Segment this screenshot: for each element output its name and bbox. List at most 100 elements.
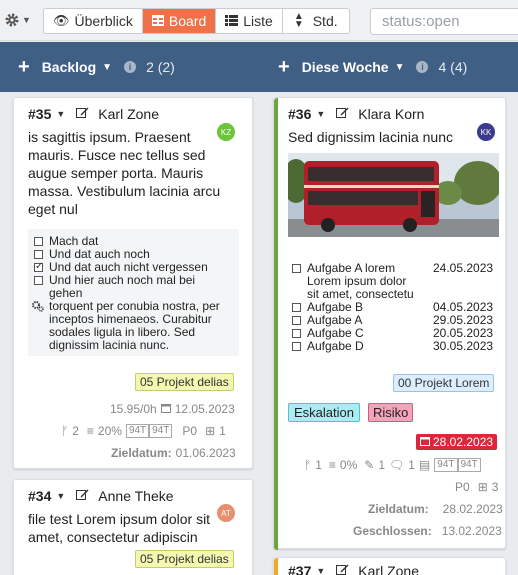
checkbox[interactable] [292,303,301,312]
task-item[interactable]: Aufgabe A lorem Lorem ipsum dolor sit amet… [292,262,414,301]
chevron-down-icon[interactable]: ▼ [395,62,405,73]
chevron-down-icon[interactable]: ▼ [56,109,65,119]
column-count: 2 (2) [146,59,175,75]
board-icon [151,13,164,29]
assignee-name[interactable]: Anne Theke [98,488,173,504]
add-card-icon[interactable]: + [278,56,290,79]
checkbox[interactable] [292,264,301,273]
edit-icon[interactable] [336,106,349,122]
zieldatum: Zieldatum: 28.02.2023 [368,502,503,516]
tab-ueberblick[interactable]: 👁 Überblick [44,9,143,33]
card-header: #35 ▼ Karl Zone [28,106,159,122]
priority: P0 [182,424,198,438]
task-date: 30.05.2023 [433,339,494,353]
card-number[interactable]: #34 [28,488,51,504]
card-description: file test Lorem ipsum dolor sit amet, co… [28,511,211,545]
list-icon [225,13,239,29]
attachment-icon: ✎ [364,458,375,472]
column-count: 4 (4) [438,59,468,75]
card-35[interactable]: #35 ▼ Karl Zone KZ is sagittis ipsum. Pr… [13,97,253,469]
assignee-name[interactable]: Klara Korn [358,106,424,122]
chevron-down-icon[interactable]: ▼ [316,566,325,575]
time-meta: 15.95/0h 12.05.2023 [110,402,235,416]
progress-icon: ≡ [86,424,94,438]
avatar[interactable]: AT [217,504,235,522]
assignee-name[interactable]: Karl Zone [358,563,419,575]
checkbox[interactable] [34,237,43,246]
zieldatum: Zieldatum: 01.06.2023 [111,446,236,460]
project-label[interactable]: 05 Projekt delias [135,550,234,568]
card-number[interactable]: #37 [288,563,311,575]
checkbox[interactable] [292,329,301,338]
view-tabs: 👁 Überblick Board Liste ▲ ▼ Std. [43,8,350,34]
avatar[interactable]: KK [477,123,495,141]
status-bar [274,558,278,575]
tag-eskalation[interactable]: Eskalation [288,403,360,422]
project-label[interactable]: 00 Projekt Lorem [393,374,495,392]
card-header: #37 ▼ Karl Zone [288,563,419,575]
subtask-icon: ⊞ [477,480,488,494]
card-stats-2: P0 ⊞ 3 [455,480,499,494]
checkbox[interactable] [292,342,301,351]
checkbox[interactable] [292,316,301,325]
tab-sort[interactable]: ▲ ▼ Std. [282,9,349,33]
edit-icon[interactable] [336,563,349,575]
edit-icon[interactable] [76,106,89,122]
chevron-down-icon[interactable]: ▼ [102,62,112,73]
card-number[interactable]: #36 [288,106,311,122]
sort-icon: ▲ ▼ [293,11,304,30]
card-image[interactable] [288,153,499,237]
card-header: #34 ▼ Anne Theke [28,488,174,504]
assignee-name[interactable]: Karl Zone [98,106,159,122]
geschlossen: Geschlossen: 13.02.2023 [353,524,502,538]
checklist: Mach dat Und dat auch noch Und dat auch … [28,229,239,356]
card-description: Sed dignissim lacinia nunc [288,129,453,145]
tab-board[interactable]: Board [142,9,217,33]
tab-liste[interactable]: Liste [216,9,283,33]
toolbar: ▼ 👁 Überblick Board Liste ▲ ▼ Std. status… [0,0,518,41]
checklist-note: torquent per conubia nostra, per incepto… [49,299,220,352]
edit-icon[interactable] [76,488,89,504]
add-card-icon[interactable]: + [18,56,30,79]
progress-icon: ≡ [328,458,336,472]
due-date-badge[interactable]: 28.02.2023 [416,434,498,450]
estimate-badge: 94T [457,458,481,472]
info-icon[interactable]: i [124,61,137,73]
status-bar [274,98,278,550]
estimate-badge: 94T [434,458,458,472]
tag-risiko[interactable]: Risiko [368,403,414,422]
branch-icon: ᚠ [61,424,69,438]
column-header-bar: + Backlog ▼ i 2 (2) + Diese Woche ▼ i 4 … [0,42,518,92]
column-header-diese-woche: + Diese Woche ▼ i 4 (4) [278,42,467,92]
column-header-backlog: + Backlog ▼ i 2 (2) [18,42,175,92]
info-icon[interactable]: i [416,61,429,73]
estimate-badge: 94T [149,424,173,438]
chevron-down-icon: ▼ [22,15,31,25]
settings-menu-button[interactable]: ▼ [4,8,38,32]
column-title-diese-woche[interactable]: Diese Woche [302,59,389,75]
comment-icon: 🗨 [389,458,405,472]
checkbox[interactable] [34,250,43,259]
checkbox[interactable] [34,276,43,285]
chevron-down-icon[interactable]: ▼ [316,109,325,119]
search-input[interactable]: status:open [370,8,518,35]
card-34[interactable]: #34 ▼ Anne Theke AT file test Lorem ipsu… [13,479,253,575]
priority: P0 [455,480,470,494]
card-description: is sagittis ipsum. Praesent mauris. Fusc… [28,129,221,217]
card-number[interactable]: #35 [28,106,51,122]
project-label[interactable]: 05 Projekt delias [135,373,234,391]
task-item[interactable]: Aufgabe D [292,340,364,353]
gear-icon [5,13,19,27]
card-37[interactable]: #37 ▼ Karl Zone [273,557,506,575]
card-stats: ᚠ 1 ≡ 0% ✎ 1 🗨 1 ▤ 94T 94T [304,458,481,472]
calendar-icon [420,435,430,449]
calendar-icon [160,402,171,416]
document-icon: ▤ [418,458,431,472]
branch-icon: ᚠ [304,458,312,472]
card-36[interactable]: #36 ▼ Klara Korn KK Sed dignissim lacini… [273,97,506,550]
chevron-down-icon[interactable]: ▼ [56,491,65,501]
checkbox-checked[interactable] [34,260,43,273]
subtask-icon: ⊞ [205,424,216,438]
task-date: 24.05.2023 [433,261,494,275]
column-title-backlog[interactable]: Backlog [42,59,96,75]
